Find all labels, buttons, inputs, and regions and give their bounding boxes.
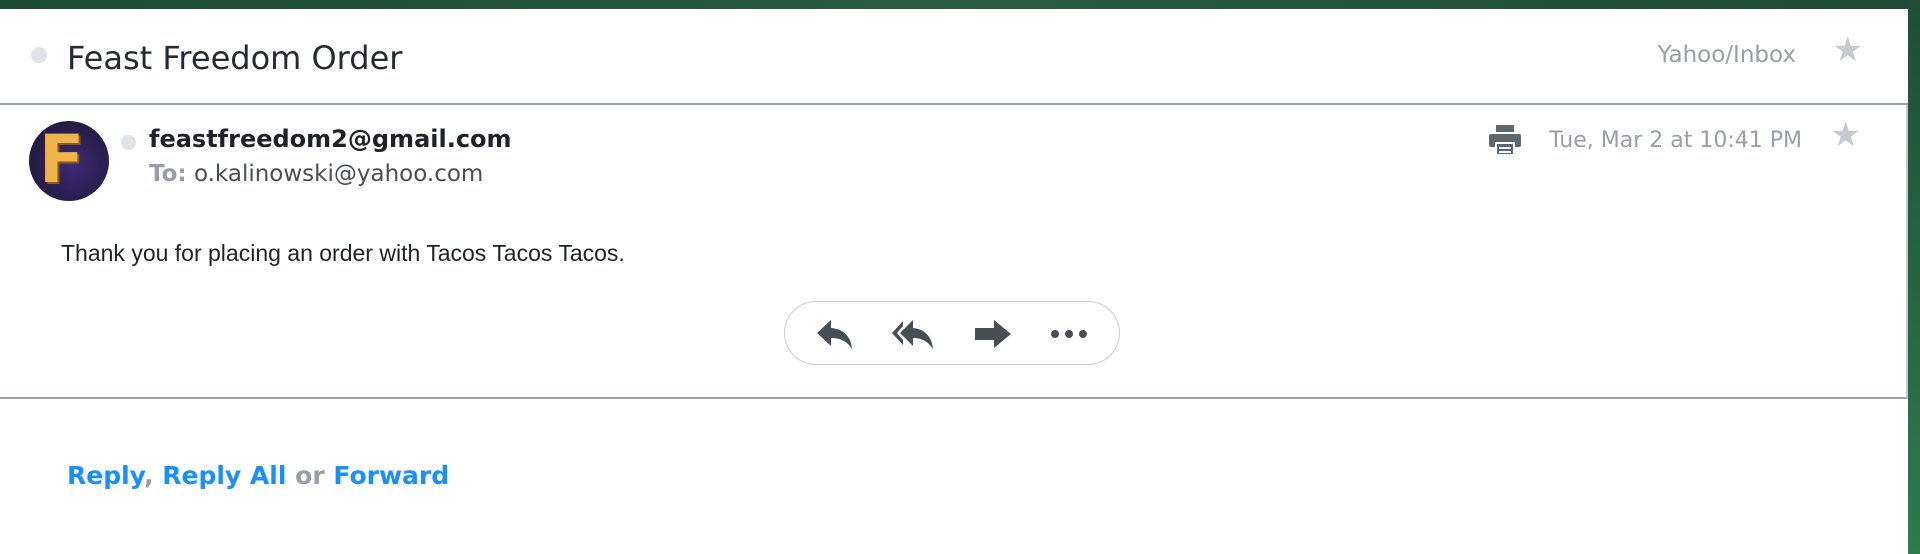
message-body: Thank you for placing an order with Taco… <box>61 240 625 266</box>
or-separator: or <box>295 461 325 490</box>
message-date: Tue, Mar 2 at 10:41 PM <box>1549 128 1802 153</box>
recipient-address[interactable]: o.kalinowski@yahoo.com <box>194 161 483 187</box>
reply-link[interactable]: Reply <box>67 461 144 490</box>
to-label: To: <box>149 161 187 187</box>
sender-unread-dot[interactable] <box>121 135 136 150</box>
recipient-line: To: o.kalinowski@yahoo.com <box>149 161 483 187</box>
reply-icon[interactable] <box>813 316 857 352</box>
print-icon[interactable] <box>1488 124 1522 156</box>
comma-separator: , <box>144 461 154 490</box>
quick-reply-links: Reply, Reply All or Forward <box>67 461 449 490</box>
window-top-border <box>0 0 1920 9</box>
message-star-icon[interactable]: ★ <box>1831 118 1861 152</box>
avatar: F <box>29 121 109 201</box>
more-icon[interactable] <box>1047 316 1091 352</box>
message-card: F feastfreedom2@gmail.com To: o.kalinows… <box>0 105 1908 399</box>
reply-all-icon[interactable] <box>891 316 935 352</box>
message-header: Feast Freedom Order Yahoo/Inbox ★ <box>0 9 1908 105</box>
sender-address[interactable]: feastfreedom2@gmail.com <box>149 125 512 153</box>
star-icon[interactable]: ★ <box>1833 33 1863 67</box>
unread-dot[interactable] <box>31 47 47 63</box>
forward-icon[interactable] <box>971 316 1015 352</box>
reply-all-link[interactable]: Reply All <box>162 461 286 490</box>
message-action-bar <box>784 301 1120 365</box>
subject-title: Feast Freedom Order <box>67 39 403 77</box>
forward-link[interactable]: Forward <box>333 461 449 490</box>
window-right-border <box>1908 0 1920 554</box>
folder-label[interactable]: Yahoo/Inbox <box>1658 42 1796 68</box>
